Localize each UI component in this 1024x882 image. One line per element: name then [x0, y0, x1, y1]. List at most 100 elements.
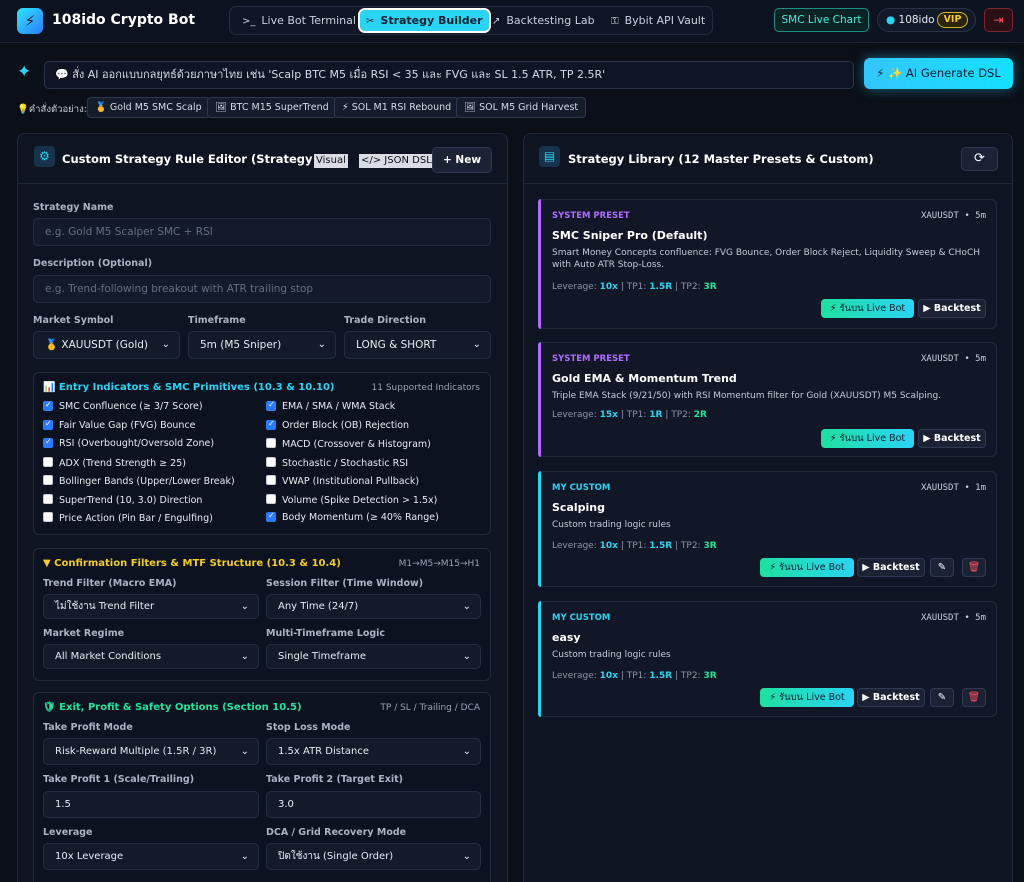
- entry-indicators-section: 📊 Entry Indicators & SMC Primitives (10.…: [33, 372, 491, 535]
- dca-select[interactable]: ปิดใช้งาน (Single Order) ⌄: [266, 843, 481, 870]
- refresh-icon[interactable]: ⟳: [961, 147, 998, 171]
- example-chip[interactable]: 🖼 BTC M15 SuperTrend: [207, 97, 337, 118]
- indicator-checkbox[interactable]: RSI (Overbought/Oversold Zone): [43, 438, 214, 450]
- example-chip[interactable]: ⚡ SOL M1 RSI Rebound: [334, 97, 460, 118]
- market-regime-select[interactable]: All Market Conditions ⌄: [43, 644, 259, 669]
- chevron-down-icon: ⌄: [317, 339, 326, 350]
- card-tp2: 3R: [703, 671, 717, 681]
- dca-label: DCA / Grid Recovery Mode: [266, 827, 407, 838]
- backtest-button[interactable]: ▶ Backtest: [857, 558, 925, 577]
- user-profile[interactable]: ● 108ido VIP: [877, 8, 976, 32]
- indicator-label: Stochastic / Stochastic RSI: [282, 457, 409, 469]
- card-leverage: 15x: [599, 410, 618, 420]
- tp2-input[interactable]: 3.0: [266, 791, 481, 818]
- logout-icon[interactable]: ⇥: [984, 8, 1013, 32]
- indicator-label: Bollinger Bands (Upper/Lower Break): [59, 476, 235, 487]
- symbol-select[interactable]: 🥇 XAUUSDT (Gold) ⌄: [33, 331, 180, 359]
- symbol-label: Market Symbol: [33, 315, 114, 326]
- chevron-down-icon: ⌄: [462, 651, 471, 662]
- tab-bybit-api-vault[interactable]: ⚿ Bybit API Vault: [605, 10, 711, 31]
- card-symbol: XAUUSDT • 5m: [920, 613, 986, 623]
- indicator-checkbox[interactable]: Volume (Spike Detection > 1.5x): [266, 493, 437, 507]
- run-live-bot-button[interactable]: ⚡ รันบน Live Bot: [760, 558, 854, 577]
- indicator-label: SuperTrend (10, 3.0) Direction: [59, 494, 203, 506]
- edit-icon[interactable]: ✎: [930, 558, 954, 577]
- ai-prompt-input[interactable]: 💬 สั่ง AI ออกแบบกลยุทธ์ด้วยภาษาไทย เช่น …: [44, 61, 854, 89]
- run-live-bot-button[interactable]: ⚡ รันบน Live Bot: [760, 688, 854, 707]
- indicator-checkbox[interactable]: Fair Value Gap (FVG) Bounce: [43, 419, 196, 432]
- mtf-logic-label: Multi-Timeframe Logic: [266, 628, 386, 639]
- backtest-button[interactable]: ▶ Backtest: [918, 299, 986, 318]
- tp1-input[interactable]: 1.5: [43, 791, 259, 818]
- direction-select[interactable]: LONG & SHORT ⌄: [344, 331, 491, 359]
- market-regime-label: Market Regime: [43, 628, 125, 639]
- indicator-checkbox[interactable]: ADX (Trend Strength ≥ 25): [43, 456, 186, 470]
- trend-filter-select[interactable]: ไม่ใช้งาน Trend Filter ⌄: [43, 594, 259, 619]
- indicator-checkbox[interactable]: SuperTrend (10, 3.0) Direction: [43, 493, 203, 507]
- indicator-label: Order Block (OB) Rejection: [282, 419, 410, 431]
- checkbox-icon: [43, 512, 53, 522]
- mode-visual-button[interactable]: Visual: [314, 154, 348, 168]
- card-symbol: XAUUSDT • 5m: [920, 354, 986, 364]
- magic-wand-icon: ✦: [17, 62, 32, 82]
- strategy-name-input[interactable]: e.g. Gold M5 Scalper SMC + RSI: [33, 218, 491, 246]
- backtest-button[interactable]: ▶ Backtest: [918, 429, 986, 448]
- indicator-label: Price Action (Pin Bar / Engulfing): [59, 513, 213, 524]
- sl-mode-select[interactable]: 1.5x ATR Distance ⌄: [266, 738, 481, 765]
- run-live-bot-button[interactable]: ⚡ รันบน Live Bot: [821, 299, 914, 318]
- delete-icon[interactable]: 🗑: [962, 558, 986, 577]
- mtf-logic-select[interactable]: Single Timeframe ⌄: [266, 644, 481, 669]
- mode-json-button[interactable]: </> JSON DSL: [359, 154, 434, 168]
- chevron-down-icon: ⌄: [462, 851, 471, 862]
- tp-mode-value: Risk-Reward Multiple (1.5R / 3R): [55, 746, 217, 757]
- tp-mode-select[interactable]: Risk-Reward Multiple (1.5R / 3R) ⌄: [43, 738, 259, 765]
- checkbox-icon: [43, 456, 53, 467]
- symbol-value: 🥇 XAUUSDT (Gold): [45, 339, 148, 351]
- smc-live-chart-button[interactable]: SMC Live Chart: [774, 8, 869, 32]
- indicator-checkbox[interactable]: Body Momentum (≥ 40% Range): [266, 512, 439, 524]
- indicator-checkbox[interactable]: Stochastic / Stochastic RSI: [266, 456, 409, 470]
- example-chip[interactable]: 🖼 SOL M5 Grid Harvest: [456, 97, 587, 118]
- card-tp1: 1R: [649, 410, 663, 420]
- indicator-label: Fair Value Gap (FVG) Bounce: [59, 419, 196, 431]
- ai-generate-button[interactable]: ⚡ ✨ AI Generate DSL: [864, 58, 1013, 89]
- edit-icon[interactable]: ✎: [930, 688, 954, 707]
- card-symbol: XAUUSDT • 1m: [920, 483, 986, 493]
- indicator-checkbox[interactable]: Bollinger Bands (Upper/Lower Break): [43, 475, 235, 488]
- session-filter-select[interactable]: Any Time (24/7) ⌄: [266, 594, 481, 619]
- indicator-label: Body Momentum (≥ 40% Range): [282, 512, 439, 523]
- library-header: ▤ Strategy Library (12 Master Presets & …: [524, 134, 1012, 184]
- tab-live-bot-terminal[interactable]: >_ Live Bot Terminal: [236, 10, 362, 31]
- top-bar: ⚡ 108ido Crypto Bot >_ Live Bot Terminal …: [0, 0, 1024, 43]
- card-accent: [538, 601, 541, 717]
- ai-generate-label: ✨ AI Generate DSL: [887, 66, 1001, 80]
- indicator-checkbox[interactable]: EMA / SMA / WMA Stack: [266, 401, 395, 413]
- user-icon: ●: [886, 14, 896, 26]
- tab-strategy-builder[interactable]: ✂ Strategy Builder: [358, 8, 491, 33]
- tp2-label: Take Profit 2 (Target Exit): [266, 774, 404, 785]
- description-label: Description (Optional): [33, 258, 153, 269]
- description-input[interactable]: e.g. Trend-following breakout with ATR t…: [33, 275, 491, 303]
- example-chip[interactable]: 🥇 Gold M5 SMC Scalp: [87, 97, 210, 118]
- new-strategy-button[interactable]: + New: [432, 147, 492, 173]
- timeframe-select[interactable]: 5m (M5 Sniper) ⌄: [188, 331, 336, 359]
- chevron-down-icon: ⌄: [462, 746, 471, 757]
- indicator-checkbox[interactable]: VWAP (Institutional Pullback): [266, 475, 419, 488]
- tab-backtesting-lab[interactable]: ↗ Backtesting Lab: [486, 10, 601, 31]
- exit-summary: TP / SL / Trailing / DCA: [380, 703, 480, 713]
- indicator-checkbox[interactable]: Price Action (Pin Bar / Engulfing): [43, 512, 213, 525]
- backtest-button[interactable]: ▶ Backtest: [857, 688, 925, 707]
- indicator-checkbox[interactable]: SMC Confluence (≥ 3/7 Score): [43, 401, 203, 413]
- card-leverage: 10x: [599, 541, 618, 551]
- tab-label: Bybit API Vault: [624, 14, 706, 27]
- card-tp1: 1.5R: [649, 282, 673, 292]
- card-description: Custom trading logic rules: [552, 650, 671, 660]
- indicator-label: RSI (Overbought/Oversold Zone): [59, 438, 215, 449]
- indicator-checkbox[interactable]: Order Block (OB) Rejection: [266, 419, 410, 432]
- indicator-checkbox[interactable]: MACD (Crossover & Histogram): [266, 438, 431, 451]
- tab-label: Strategy Builder: [380, 14, 483, 27]
- mtf-chain: M1→M5→M15→H1: [398, 559, 480, 569]
- run-live-bot-button[interactable]: ⚡ รันบน Live Bot: [821, 429, 914, 448]
- delete-icon[interactable]: 🗑: [962, 688, 986, 707]
- leverage-select[interactable]: 10x Leverage ⌄: [43, 843, 259, 870]
